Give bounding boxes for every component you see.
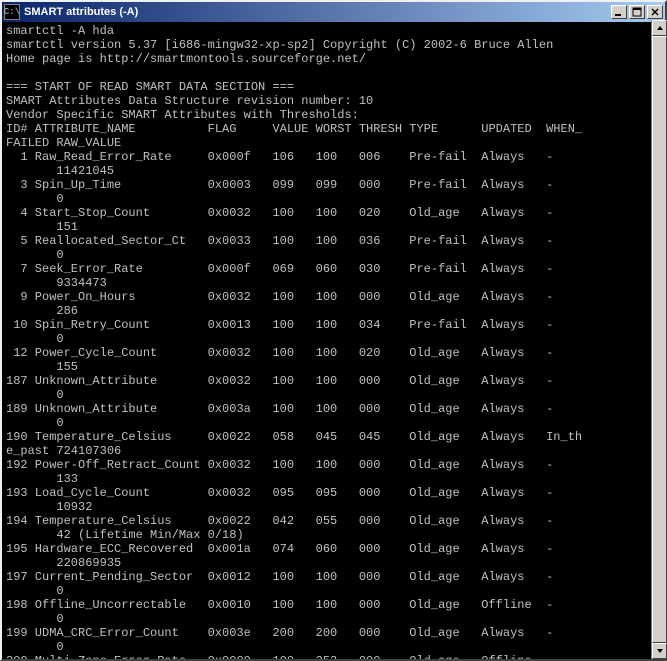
scroll-up-button[interactable] — [652, 20, 667, 36]
close-button[interactable] — [647, 5, 663, 19]
maximize-button[interactable] — [629, 5, 645, 19]
cmd-icon: C:\ — [4, 4, 20, 20]
minimize-button[interactable] — [611, 5, 627, 19]
window-controls — [611, 5, 663, 19]
scroll-down-button[interactable] — [652, 643, 667, 659]
vertical-scrollbar[interactable] — [651, 20, 667, 659]
app-window: C:\ SMART attributes (-A) smartctl -A hd… — [0, 0, 667, 661]
window-title: SMART attributes (-A) — [24, 6, 611, 18]
titlebar[interactable]: C:\ SMART attributes (-A) — [2, 2, 665, 22]
scroll-thumb[interactable] — [652, 36, 667, 643]
scroll-track[interactable] — [652, 36, 667, 643]
terminal-output: smartctl -A hda smartctl version 5.37 [i… — [2, 22, 665, 659]
